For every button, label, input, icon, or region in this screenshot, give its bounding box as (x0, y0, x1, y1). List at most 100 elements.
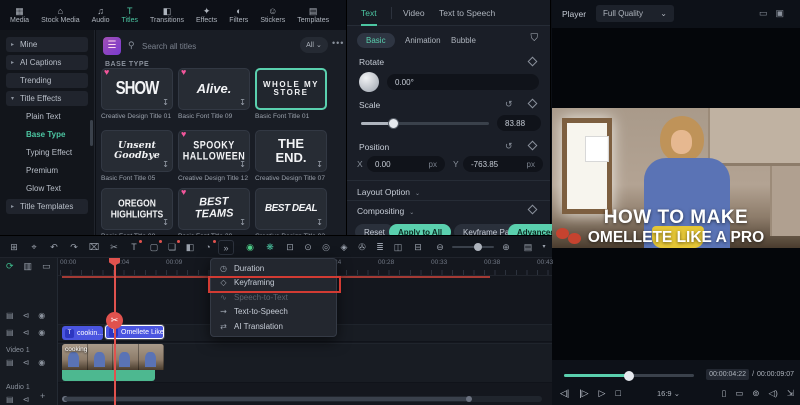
video-clip[interactable]: cooking (62, 344, 164, 370)
quality-dropdown[interactable]: Full Quality⌄ (596, 5, 674, 22)
scale-reset-icon[interactable]: ↺ (505, 99, 513, 110)
download-icon[interactable]: ↧ (239, 161, 246, 169)
sidebar-item-title-effects[interactable]: ▾Title Effects (6, 91, 88, 106)
compositing-row[interactable]: Compositing⌄ (357, 206, 414, 216)
voiceover-mic-icon[interactable]: ✇ (354, 240, 370, 255)
aspect-ratio-dropdown[interactable]: 16:9 ⌄ (657, 389, 680, 398)
scale-keyframe-icon[interactable] (528, 99, 538, 109)
subtab-animation[interactable]: Animation (405, 33, 441, 48)
menu-item-speech-to-text[interactable]: ∿Speech-to-Text (211, 290, 336, 305)
sidebar-item-typing-effect[interactable]: Typing Effect (6, 145, 88, 160)
title-card[interactable]: BEST DEAL↧ Creative Design Title 02 (255, 188, 327, 240)
title-card[interactable]: ♥BEST TEAMS↧ Basic Font Title 20 (178, 188, 250, 240)
menu-item-duration[interactable]: ◷Duration (211, 261, 336, 276)
lock-icon[interactable]: ▤ (6, 328, 14, 337)
layout-grid-icon[interactable]: ⊞ (6, 240, 22, 255)
rotate-keyframe-icon[interactable] (528, 57, 538, 67)
subtab-bubble[interactable]: Bubble (451, 33, 476, 48)
title-card[interactable]: ♥Alive.↧ Basic Font Title 09 (178, 68, 250, 120)
stop-button[interactable]: □ (615, 388, 620, 399)
mute-icon[interactable]: ⊲ (23, 328, 30, 337)
render-protect-icon[interactable]: ◈ (336, 240, 352, 255)
title-card[interactable]: THE END.↧ Creative Design Title 07 (255, 130, 327, 182)
phone-preview-icon[interactable]: ▯ (722, 388, 727, 399)
menu-item-keyframing[interactable]: ◇Keyframing (211, 276, 336, 291)
progress-handle[interactable] (624, 371, 634, 381)
download-icon[interactable]: ↧ (162, 219, 169, 227)
split-screen-icon[interactable]: ◫ (390, 240, 406, 255)
favorite-icon[interactable]: ♥ (104, 68, 109, 77)
sidebar-item-ai-captions[interactable]: ▸AI Captions (6, 55, 88, 70)
enlarge-preview-icon[interactable]: ▣ (775, 8, 792, 18)
position-x-field[interactable]: 0.00px (367, 156, 445, 172)
scale-value-field[interactable]: 83.88 (497, 115, 541, 131)
chevron-down-icon[interactable]: ▾ (536, 240, 552, 255)
nav-tab-stickers[interactable]: ☺Stickers (254, 0, 291, 30)
slider-handle[interactable] (388, 118, 399, 129)
player-header-icons[interactable]: ▭▣ (759, 8, 792, 19)
rotate-value-field[interactable]: 0.00° (387, 74, 539, 90)
eye-icon[interactable]: ◉ (38, 358, 45, 367)
previous-frame-button[interactable]: ◁| (560, 388, 569, 399)
title-card[interactable]: ♥SHOW↧ Creative Design Title 01 (101, 68, 173, 120)
redo-icon[interactable]: ↷ (66, 240, 82, 255)
snapshot-camera-icon[interactable]: ⊚ (752, 388, 759, 399)
nav-tab-filters[interactable]: ◐Filters (223, 0, 254, 30)
scale-slider[interactable] (361, 122, 489, 125)
nav-tab-templates[interactable]: ▤Templates (291, 0, 335, 30)
layout-option-row[interactable]: Layout Option⌄ (357, 187, 420, 197)
eye-icon[interactable]: ◉ (38, 328, 45, 337)
playhead-split-icon[interactable]: ✂ (106, 312, 123, 329)
tab-text-to-speech[interactable]: Text to Speech (439, 0, 495, 26)
snap-icon[interactable]: ▥ (24, 261, 33, 272)
play-button[interactable]: ▷ (599, 388, 606, 399)
next-frame-button[interactable]: |▷ (579, 388, 588, 399)
favorite-icon[interactable]: ♥ (181, 130, 186, 139)
speed-icon[interactable]: ◔ (200, 240, 216, 255)
mute-icon[interactable]: ⊲ (23, 395, 30, 404)
subtab-basic[interactable]: Basic (357, 33, 395, 48)
download-icon[interactable]: ↧ (239, 219, 246, 227)
sidebar-item-glow-text[interactable]: Glow Text (6, 181, 88, 196)
title-card[interactable]: ♥SPOOKY HALLOWEEN↧ Creative Design Title… (178, 130, 250, 182)
title-overlay-line2[interactable]: OMELLETE LIKE A PRO (552, 229, 800, 247)
fullscreen-icon[interactable]: ⇲ (787, 388, 794, 399)
sidebar-item-plain-text[interactable]: Plain Text (6, 109, 88, 124)
title-overlay-line1[interactable]: HOW TO MAKE (552, 207, 800, 229)
playback-progress-bar[interactable] (564, 374, 694, 377)
download-icon[interactable]: ↧ (316, 161, 323, 169)
filter-all-button[interactable]: All⌄ (300, 37, 328, 53)
more-tools-icon[interactable]: » (218, 240, 234, 255)
export-clip-icon[interactable]: ⊡ (282, 240, 298, 255)
ai-tools-icon[interactable]: ❋ (262, 240, 278, 255)
folder-icon[interactable]: ▭ (42, 261, 51, 272)
chroma-key-icon[interactable]: ◉ (242, 240, 258, 255)
sidebar-item-trending[interactable]: Trending (6, 73, 88, 88)
text-style-badge-icon[interactable]: ☰ (103, 37, 121, 55)
nav-tab-media[interactable]: ▦Media (4, 0, 35, 30)
text-tool-icon[interactable]: T (126, 240, 142, 255)
subtitle-icon[interactable]: ≣ (372, 240, 388, 255)
favorite-icon[interactable]: ♥ (181, 188, 186, 197)
lock-icon[interactable]: ▤ (6, 311, 14, 320)
crop-icon[interactable]: ▢ (146, 240, 162, 255)
nav-tab-effects[interactable]: ✦Effects (190, 0, 223, 30)
nav-tab-stock-media[interactable]: ⌂Stock Media (35, 0, 86, 30)
marker-icon[interactable]: ⊟ (410, 240, 426, 255)
download-icon[interactable]: ↧ (162, 99, 169, 107)
nav-tab-audio[interactable]: ♫Audio (86, 0, 116, 30)
text-clip-cooking[interactable]: Tcookin... (62, 326, 103, 340)
position-y-field[interactable]: -763.85px (463, 156, 543, 172)
speaker-icon[interactable]: ◁) (769, 388, 778, 399)
audio-portion-clip[interactable] (62, 370, 155, 381)
menu-item-text-to-speech[interactable]: ⇝Text-to-Speech (211, 305, 336, 320)
nav-tab-transitions[interactable]: ◧Transitions (144, 0, 190, 30)
zoom-out-icon[interactable]: ⊖ (432, 240, 448, 255)
tab-text[interactable]: Text (361, 0, 377, 26)
lock-icon[interactable]: ▤ (6, 358, 14, 367)
eye-icon[interactable]: ◉ (38, 311, 45, 320)
split-scissors-icon[interactable]: ✂ (106, 240, 122, 255)
timeline-scrollbar[interactable] (62, 396, 542, 402)
lock-icon[interactable]: ▤ (6, 395, 14, 404)
tab-video[interactable]: Video (403, 0, 425, 26)
